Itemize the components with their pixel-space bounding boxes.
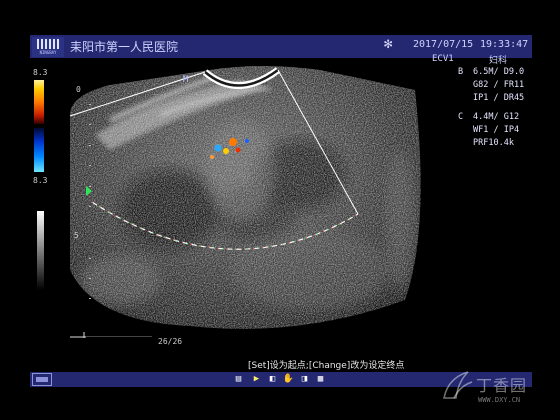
camera-icon[interactable]: ◨ bbox=[298, 373, 311, 386]
flip-icon[interactable]: ◧ bbox=[266, 373, 279, 386]
watermark: 丁香园 WWW.DXY.CN bbox=[440, 366, 555, 410]
color-scale-top: 8.3 bbox=[33, 68, 48, 77]
screen-icon[interactable] bbox=[32, 373, 52, 386]
cine-marker-icon bbox=[70, 332, 86, 338]
cine-track[interactable] bbox=[86, 336, 152, 337]
watermark-text: 丁香园 bbox=[476, 376, 528, 395]
param-row: G82 / FR11 bbox=[473, 80, 525, 90]
orientation-marker-icon: M bbox=[183, 75, 189, 85]
status-message: [Set]设为起点;[Change]改为设定终点 bbox=[248, 361, 405, 371]
report-icon[interactable]: ▤ bbox=[232, 373, 245, 386]
depth-label-five: 5 bbox=[74, 231, 79, 240]
param-row: PRF10.4k bbox=[473, 138, 514, 148]
param-row: IP1 / DR45 bbox=[473, 93, 525, 103]
watermark-logo-icon bbox=[443, 371, 473, 399]
param-row: WF1 / IP4 bbox=[473, 125, 520, 135]
multi-view-icon[interactable]: ▦ bbox=[314, 373, 327, 386]
frame-counter: 26/26 bbox=[158, 337, 183, 346]
hand-icon[interactable]: ✋ bbox=[282, 373, 295, 386]
param-row: C 4.4M/ G12 bbox=[458, 112, 520, 122]
param-row: B 6.5M/ D9.0 bbox=[458, 67, 525, 77]
watermark-url: WWW.DXY.CN bbox=[478, 396, 521, 404]
cursor-icon[interactable]: ▶ bbox=[250, 373, 263, 386]
depth-label-zero: 0 bbox=[76, 85, 81, 94]
color-scale-bottom: 8.3 bbox=[33, 176, 48, 185]
ultrasound-image: M bbox=[69, 66, 421, 329]
ultrasound-screen: NINGBAY 耒阳市第一人民医院 ✻ 2017/07/15 19:33:47 … bbox=[0, 0, 560, 420]
color-velocity-bar bbox=[34, 80, 44, 172]
imaging-parameters: B 6.5M/ D9.0 G82 / FR11 IP1 / DR45 C 4.4M/… bbox=[453, 66, 543, 150]
tissue-sector bbox=[70, 66, 421, 329]
grayscale-bar bbox=[37, 211, 44, 290]
